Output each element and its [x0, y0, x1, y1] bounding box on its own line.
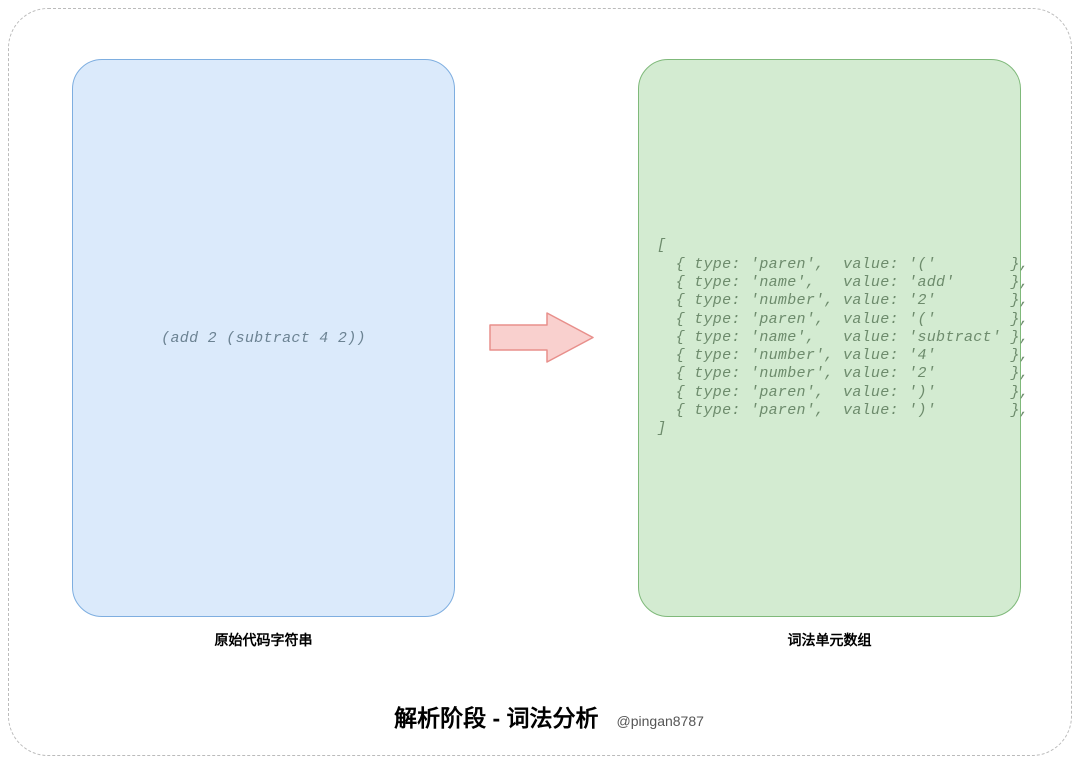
- source-code-panel: (add 2 (subtract 4 2)): [72, 59, 455, 617]
- title-row: 解析阶段 - 词法分析 @pingan8787: [9, 699, 1080, 733]
- source-code-text: (add 2 (subtract 4 2)): [161, 330, 366, 347]
- tokens-panel: [ { type: 'paren', value: '(' }, { type:…: [638, 59, 1021, 617]
- source-caption: 原始代码字符串: [72, 630, 455, 650]
- tokens-text: [ { type: 'paren', value: '(' }, { type:…: [657, 237, 1029, 438]
- author-handle: @pingan8787: [617, 713, 704, 729]
- diagram-container: (add 2 (subtract 4 2)) [ { type: 'paren'…: [8, 8, 1072, 756]
- diagram-title: 解析阶段 - 词法分析: [394, 699, 598, 733]
- tokens-caption: 词法单元数组: [638, 630, 1021, 650]
- arrow-shape: [490, 313, 593, 362]
- arrow-right-icon: [487, 310, 598, 365]
